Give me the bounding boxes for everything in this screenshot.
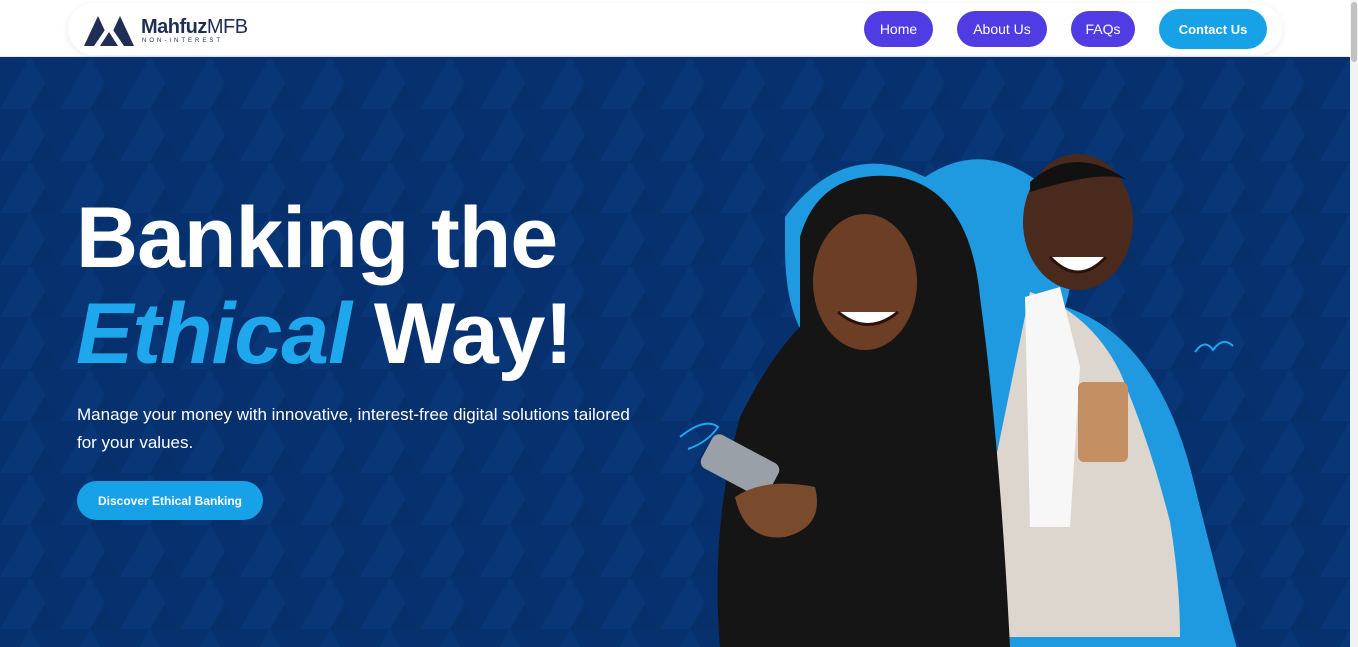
nav-faqs-button[interactable]: FAQs — [1071, 11, 1135, 47]
hero-section: Banking the Ethical Way! Manage your mon… — [0, 57, 1350, 647]
brand-name-light: MFB — [206, 16, 248, 38]
brand-name-bold: Mahfuz — [141, 16, 207, 38]
hero-people-illustration — [679, 154, 1237, 647]
scrollbar[interactable] — [1350, 0, 1358, 647]
headline-line-2-rest: Way! — [350, 286, 573, 382]
scrollbar-thumb[interactable] — [1351, 2, 1357, 62]
headline-line-1: Banking the — [76, 190, 558, 286]
hero-headline: Banking the Ethical Way! — [76, 190, 573, 382]
discover-ethical-banking-button[interactable]: Discover Ethical Banking — [77, 481, 263, 520]
top-navigation-bar: MahfuzMFB NON-INTEREST Home About Us FAQ… — [0, 0, 1358, 57]
nav-home-button[interactable]: Home — [864, 11, 933, 47]
brand-name: MahfuzMFB — [141, 16, 248, 39]
nav-about-button[interactable]: About Us — [957, 11, 1047, 47]
headline-line-2: Ethical Way! — [76, 286, 573, 382]
logo-mark-icon — [84, 16, 134, 46]
hero-subtext: Manage your money with innovative, inter… — [77, 405, 630, 452]
headline-accent-word: Ethical — [76, 286, 352, 382]
brand-logo[interactable]: MahfuzMFB NON-INTEREST — [84, 12, 264, 46]
contact-us-button[interactable]: Contact Us — [1159, 9, 1267, 49]
brand-tagline: NON-INTEREST — [142, 38, 223, 44]
